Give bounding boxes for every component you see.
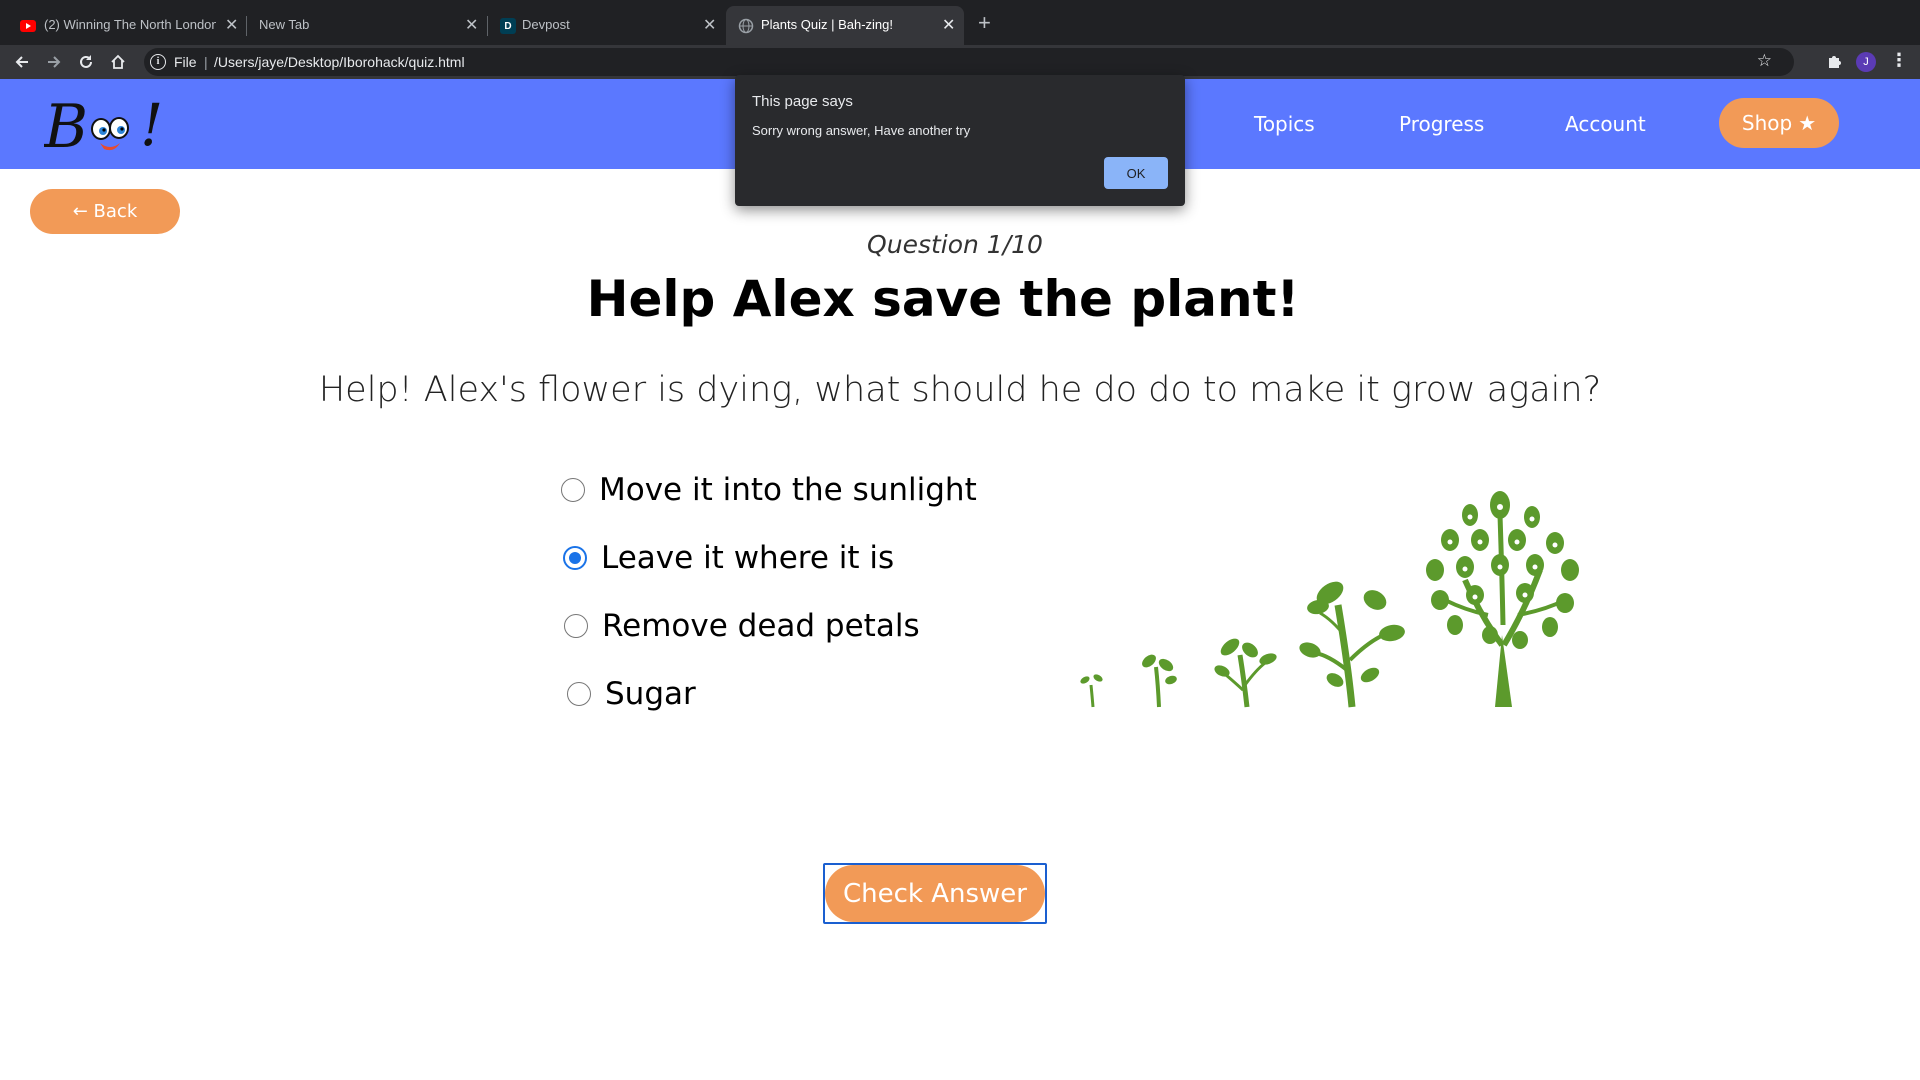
shop-label: Shop <box>1741 111 1793 135</box>
svg-text:!: ! <box>140 91 163 159</box>
globe-icon <box>738 18 754 34</box>
close-tab-icon[interactable]: ✕ <box>465 15 478 35</box>
shop-button[interactable]: Shop ★ <box>1719 98 1839 148</box>
option-label[interactable]: Remove dead petals <box>602 608 920 644</box>
profile-avatar[interactable]: J <box>1856 52 1876 72</box>
nav-topics[interactable]: Topics <box>1254 112 1315 136</box>
extensions-puzzle-icon[interactable] <box>1826 53 1842 73</box>
bookmark-star-icon[interactable]: ☆ <box>1757 51 1772 71</box>
logo[interactable]: B ! <box>43 89 164 162</box>
answer-option[interactable]: Remove dead petals <box>564 608 920 644</box>
browser-toolbar: i File | /Users/jaye/Desktop/Iborohack/q… <box>0 45 1920 79</box>
svg-text:B: B <box>44 92 88 159</box>
tab-new-tab[interactable]: New Tab ✕ <box>247 6 487 45</box>
reload-icon[interactable] <box>72 48 100 76</box>
question-counter: Question 1/10 <box>867 230 1043 259</box>
radio-button-checked[interactable] <box>563 546 587 570</box>
close-tab-icon[interactable]: ✕ <box>225 15 238 35</box>
answer-option[interactable]: Move it into the sunlight <box>561 472 977 508</box>
new-tab-plus-icon[interactable]: + <box>978 10 991 36</box>
check-answer-button[interactable]: Check Answer <box>825 865 1045 922</box>
tab-youtube[interactable]: (2) Winning The North London ✕ <box>0 6 245 45</box>
tab-title: Plants Quiz | Bah-zing! <box>761 17 893 32</box>
youtube-icon <box>20 20 36 32</box>
back-arrow-icon[interactable] <box>8 48 36 76</box>
address-scheme: File <box>174 54 197 70</box>
answer-option[interactable]: Sugar <box>567 676 696 712</box>
nav-progress[interactable]: Progress <box>1399 112 1484 136</box>
browser-menu-icon[interactable]: ⋮ <box>1890 50 1908 71</box>
star-icon: ★ <box>1798 111 1817 135</box>
question-text: Help! Alex's flower is dying, what shoul… <box>318 370 1602 410</box>
browser-tab-strip: (2) Winning The North London ✕ New Tab ✕… <box>0 0 1920 45</box>
alert-title: This page says <box>752 93 853 110</box>
address-bar[interactable]: i File | /Users/jaye/Desktop/Iborohack/q… <box>144 48 1794 76</box>
devpost-icon: D <box>500 18 516 34</box>
close-tab-icon[interactable]: ✕ <box>942 15 955 35</box>
radio-button[interactable] <box>564 614 588 638</box>
back-button[interactable]: ← Back <box>30 189 180 234</box>
option-label[interactable]: Move it into the sunlight <box>599 472 977 508</box>
close-tab-icon[interactable]: ✕ <box>703 15 716 35</box>
option-label[interactable]: Leave it where it is <box>601 540 894 576</box>
tab-devpost[interactable]: D Devpost ✕ <box>488 6 724 45</box>
ok-button[interactable]: OK <box>1104 157 1168 189</box>
answer-option[interactable]: Leave it where it is <box>563 540 894 576</box>
plant-growth-illustration <box>1070 485 1610 710</box>
quiz-title: Help Alex save the plant! <box>586 270 1300 328</box>
tab-title: Devpost <box>522 17 570 32</box>
alert-message: Sorry wrong answer, Have another try <box>752 123 971 138</box>
alert-dialog: This page says Sorry wrong answer, Have … <box>735 75 1185 206</box>
forward-arrow-icon[interactable] <box>40 48 68 76</box>
tab-title: (2) Winning The North London <box>44 17 216 32</box>
address-url[interactable]: /Users/jaye/Desktop/Iborohack/quiz.html <box>214 54 465 70</box>
nav-account[interactable]: Account <box>1565 112 1646 136</box>
option-label[interactable]: Sugar <box>605 676 696 712</box>
address-divider: | <box>204 54 208 70</box>
home-icon[interactable] <box>104 48 132 76</box>
tab-plants-quiz[interactable]: Plants Quiz | Bah-zing! ✕ <box>726 6 964 45</box>
radio-button[interactable] <box>567 682 591 706</box>
info-icon[interactable]: i <box>150 54 166 70</box>
tab-title: New Tab <box>259 17 310 32</box>
radio-button[interactable] <box>561 478 585 502</box>
